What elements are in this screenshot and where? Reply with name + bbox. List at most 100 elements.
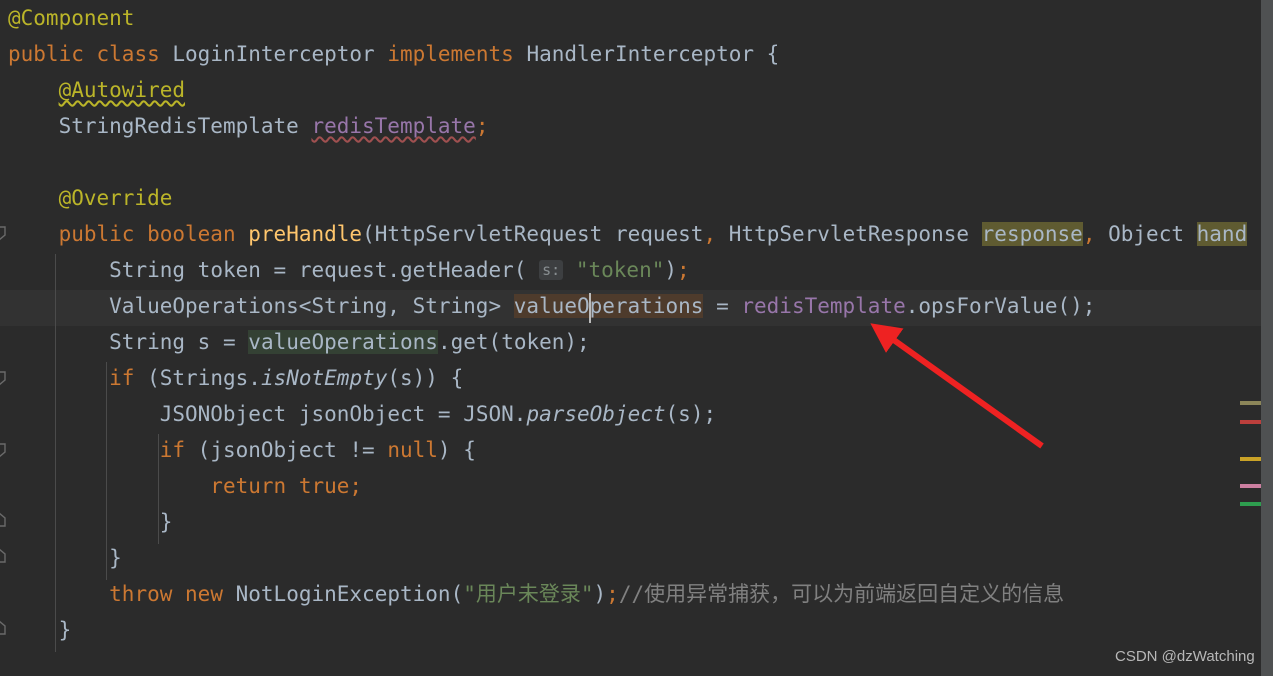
paren-open-l11: (	[147, 366, 160, 390]
rest-l12: (s);	[665, 402, 717, 426]
string-token: "token"	[575, 258, 665, 282]
comma-l7-2: ,	[1082, 222, 1096, 246]
keyword-true: true	[298, 474, 350, 498]
code-line-7[interactable]: public boolean preHandle(HttpServletRequ…	[8, 216, 1248, 252]
ref-valueoperations: valueOperations	[248, 330, 438, 354]
interface-handlerinterceptor: HandlerInterceptor	[526, 42, 755, 66]
keyword-null: null	[387, 438, 438, 462]
code-line-1[interactable]: @Component	[8, 0, 134, 36]
brace-close-l16: }	[109, 546, 122, 570]
type-valueoperations: ValueOperations<String, String>	[109, 294, 502, 318]
keyword-if-l11: if	[109, 366, 135, 390]
code-line-14[interactable]: return true;	[8, 468, 362, 504]
keyword-implements: implements	[387, 42, 514, 66]
var-valueoperations-part1: value	[513, 294, 577, 318]
class-json: JSON	[463, 402, 514, 426]
text-caret	[589, 293, 591, 323]
code-line-10[interactable]: String s = valueOperations.get(token);	[8, 324, 590, 360]
annotation-override: @Override	[58, 186, 173, 210]
brace-open-class: {	[766, 42, 780, 66]
brace-close-method: }	[58, 618, 72, 642]
comma-l7-1: ,	[703, 222, 717, 246]
args-l10: (token);	[488, 330, 590, 354]
editor-marker-bar[interactable]	[1261, 0, 1273, 676]
type-string-l8: String	[109, 258, 186, 282]
class-notloginexception: NotLoginException	[235, 582, 451, 606]
type-httpservletrequest: HttpServletRequest	[374, 222, 603, 246]
keyword-public-l7: public	[58, 222, 135, 246]
var-jsonobject: jsonObject	[298, 402, 426, 426]
code-text-layer[interactable]: @Component public class LoginInterceptor…	[0, 0, 1273, 676]
call-parseobject: parseObject	[526, 402, 666, 426]
rest-l13: ) {	[437, 438, 476, 462]
code-line-4[interactable]: StringRedisTemplate redisTemplate;	[8, 108, 489, 144]
code-line-3[interactable]: @Autowired	[8, 72, 185, 108]
code-line-18[interactable]: }	[8, 612, 72, 648]
code-line-8[interactable]: String token = request.getHeader( s: "to…	[8, 252, 690, 288]
marker-changed[interactable]	[1240, 484, 1261, 488]
keyword-new: new	[185, 582, 223, 606]
paren-open-l7: (	[362, 222, 375, 246]
code-editor-window[interactable]: @Component public class LoginInterceptor…	[0, 0, 1273, 676]
cond-open-l13: (jsonObject !=	[197, 438, 388, 462]
call-getheader: getHeader	[400, 258, 514, 282]
param-handler-truncated: hand	[1196, 222, 1248, 246]
keyword-class: class	[96, 42, 160, 66]
keyword-if-l13: if	[159, 438, 186, 462]
var-valueoperations-part2: Operations	[576, 294, 704, 318]
code-line-2[interactable]: public class LoginInterceptor implements…	[8, 36, 779, 72]
code-line-16[interactable]: }	[8, 540, 122, 576]
type-jsonobject: JSONObject	[159, 402, 287, 426]
param-response: response	[981, 222, 1083, 246]
operator-eq-l10: =	[222, 330, 236, 354]
code-line-9[interactable]: ValueOperations<String, String> valueOpe…	[8, 288, 1095, 324]
call-get: get	[450, 330, 489, 354]
marker-added[interactable]	[1240, 502, 1261, 506]
code-line-17[interactable]: throw new NotLoginException("用户未登录");//使…	[8, 576, 1064, 612]
marker-warning[interactable]	[1240, 401, 1261, 405]
inlay-param-hint-s[interactable]: s:	[539, 260, 564, 280]
call-opsforvalue: opsForValue	[918, 294, 1058, 318]
dot-l8: .	[387, 258, 401, 282]
string-not-logged-in: "用户未登录"	[463, 582, 594, 606]
semicolon-l4: ;	[475, 114, 489, 138]
code-line-13[interactable]: if (jsonObject != null) {	[8, 432, 476, 468]
paren-close-l8: )	[664, 258, 678, 282]
keyword-public: public	[8, 42, 84, 66]
marker-todo[interactable]	[1240, 457, 1261, 461]
keyword-throw: throw	[109, 582, 173, 606]
field-redistemplate: redisTemplate	[311, 114, 476, 138]
ref-request: request	[298, 258, 388, 282]
param-request: request	[614, 222, 704, 246]
vertical-scrollbar-thumb[interactable]	[1261, 0, 1273, 676]
paren-close-l17: )	[593, 582, 607, 606]
paren-open-l8: (	[513, 258, 527, 282]
paren-open-l17: (	[450, 582, 464, 606]
field-redistemplate-ref: redisTemplate	[741, 294, 906, 318]
dot-l11: .	[248, 366, 261, 390]
marker-error[interactable]	[1240, 420, 1261, 424]
semicolon-l17: ;	[606, 582, 619, 606]
semicolon-l8: ;	[677, 258, 690, 282]
brace-close-l15: }	[159, 510, 173, 534]
code-line-12[interactable]: JSONObject jsonObject = JSON.parseObject…	[8, 396, 716, 432]
code-line-11[interactable]: if (Strings.isNotEmpty(s)) {	[8, 360, 463, 396]
annotation-autowired: @Autowired	[58, 78, 186, 102]
var-token: token	[197, 258, 261, 282]
operator-eq-l9: =	[716, 294, 729, 318]
type-httpservletresponse: HttpServletResponse	[728, 222, 969, 246]
keyword-return: return	[210, 474, 287, 498]
type-string-l10: String	[109, 330, 186, 354]
dot-l12: .	[513, 402, 527, 426]
var-s: s	[197, 330, 211, 354]
call-isnotempty: isNotEmpty	[260, 366, 388, 390]
rest-l11: (s)) {	[387, 366, 464, 390]
semicolon-l14: ;	[349, 474, 363, 498]
code-line-6[interactable]: @Override	[8, 180, 173, 216]
method-prehandle: preHandle	[248, 222, 363, 246]
annotation-component: @Component	[8, 6, 135, 30]
comment-l17: //使用异常捕获，可以为前端返回自定义的信息	[618, 582, 1065, 606]
type-object: Object	[1108, 222, 1184, 246]
parens-semi-l9: ();	[1057, 294, 1096, 318]
code-line-15[interactable]: }	[8, 504, 173, 540]
